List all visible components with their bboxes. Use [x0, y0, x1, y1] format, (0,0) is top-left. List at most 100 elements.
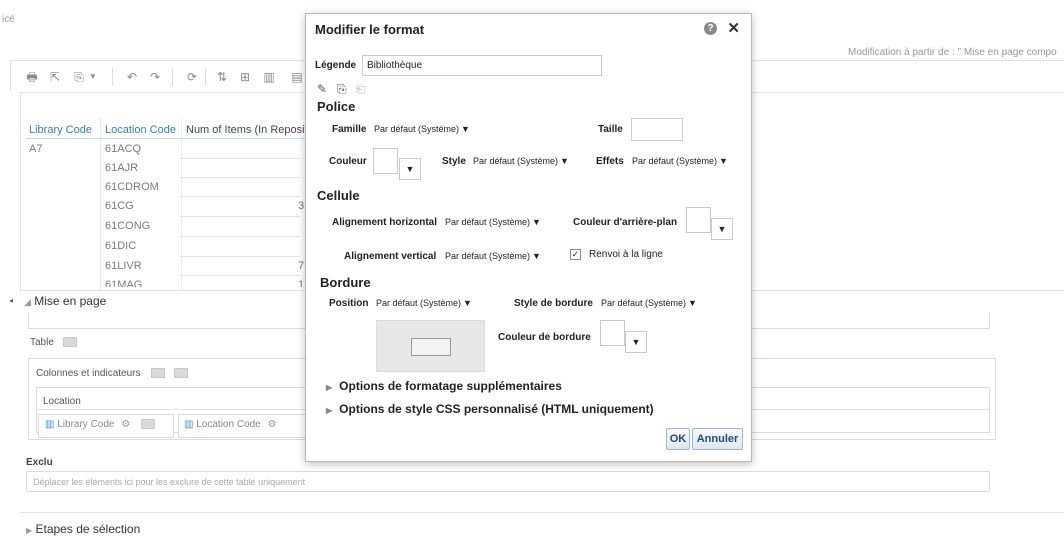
sum-icon[interactable] — [141, 419, 156, 430]
border-color-swatch[interactable] — [600, 320, 625, 346]
table-cell-location: 61CG — [105, 200, 134, 212]
font-color-dropdown[interactable]: ▼ — [399, 158, 421, 180]
position-label: Position — [329, 298, 369, 309]
effets-select[interactable]: Par défaut (Système) ▼ — [629, 152, 731, 172]
preview-frame-left — [20, 92, 21, 290]
ok-button[interactable]: OK — [666, 428, 690, 450]
options-css-expander[interactable]: ▶ Options de style CSS personnalisé (HTML… — [326, 402, 654, 416]
table-cell-location: 61AJR — [105, 162, 139, 174]
chevron-down-icon: ▼ — [719, 156, 728, 166]
column-divider — [100, 118, 101, 290]
bg-color-dropdown[interactable]: ▼ — [711, 218, 733, 240]
couleur-label: Couleur — [329, 156, 367, 167]
chip-library-code-label: ▥ Library Code ⚙ — [45, 419, 156, 430]
style-select[interactable]: Par défaut (Système) ▼ — [470, 152, 572, 172]
chevron-down-icon: ▼ — [461, 124, 470, 134]
toolbar-separator — [172, 68, 173, 86]
mise-en-page-header[interactable]: ◢ Mise en page — [24, 294, 106, 308]
pivot-icon[interactable]: ⊞ — [238, 70, 252, 84]
legende-input[interactable] — [362, 55, 602, 76]
table-cell-location: 61LIVR — [105, 260, 142, 272]
legende-label: Légende — [315, 60, 357, 71]
chevron-down-icon: ▼ — [631, 337, 641, 347]
table-properties-icon[interactable] — [62, 337, 77, 348]
chevron-down-icon[interactable]: ▼ — [86, 70, 100, 84]
taille-input[interactable] — [631, 118, 683, 141]
sum-icon[interactable] — [151, 368, 166, 379]
more-icon[interactable]: ▤ — [290, 70, 304, 84]
chevron-down-icon: ▼ — [532, 251, 541, 261]
border-color-dropdown[interactable]: ▼ — [625, 331, 647, 353]
table-cell-library: A7 — [29, 143, 43, 155]
cancel-button[interactable]: Annuler — [692, 428, 743, 450]
table-label: Table — [30, 337, 54, 348]
properties-icon[interactable] — [174, 368, 189, 379]
colonnes-label: Colonnes et indicateurs — [36, 368, 141, 379]
col-header-library-code[interactable]: Library Code — [29, 124, 92, 136]
col-header-location-code[interactable]: Location Code — [105, 124, 176, 136]
table-cell-location: 61CONG — [105, 220, 151, 232]
position-select[interactable]: Par défaut (Système) ▼ — [373, 294, 475, 314]
column-divider — [181, 118, 182, 290]
police-heading: Police — [317, 99, 356, 114]
columns-icon[interactable]: ▥ — [262, 70, 276, 84]
font-color-swatch[interactable] — [373, 148, 398, 174]
align-v-label: Alignement vertical — [344, 251, 437, 262]
wrap-label: Renvoi à la ligne — [589, 249, 663, 260]
cellule-heading: Cellule — [317, 188, 360, 203]
align-h-select[interactable]: Par défaut (Système) ▼ — [442, 213, 544, 233]
copy-icon[interactable]: ⎘ — [337, 82, 347, 97]
expand-triangle-icon: ▶ — [326, 406, 333, 415]
paste-icon[interactable]: ⎗ — [356, 82, 366, 97]
gear-icon[interactable]: ⚙ — [268, 419, 277, 430]
sort-icon[interactable]: ⇅ — [215, 70, 229, 84]
pencil-icon[interactable]: ✎ — [317, 82, 327, 96]
undo-icon[interactable]: ↶ — [125, 70, 139, 84]
etapes-label: Etapes de sélection — [35, 522, 141, 536]
bordure-heading: Bordure — [320, 275, 371, 290]
redo-icon[interactable]: ↷ — [148, 70, 162, 84]
table-cell-value: 1 — [298, 279, 305, 287]
mise-en-page-label: Mise en page — [34, 294, 107, 308]
location-label: Location — [43, 396, 81, 407]
corner-text: icé — [2, 14, 15, 25]
section-divider — [20, 512, 1064, 513]
border-preview[interactable] — [376, 320, 485, 372]
col-header-num-items[interactable]: Num of Items (In Reposit — [186, 124, 308, 136]
border-style-value: Par défaut (Système) — [601, 298, 687, 308]
print-icon[interactable]: 🖶 — [25, 70, 39, 84]
border-style-label: Style de bordure — [514, 298, 593, 309]
options-format-expander[interactable]: ▶ Options de formatage supplémentaires — [326, 379, 562, 393]
close-icon[interactable]: ✕ — [727, 19, 740, 37]
famille-select[interactable]: Par défaut (Système) ▼ — [371, 120, 473, 140]
modification-text: Modification à partir de : " Mise en pag… — [848, 47, 1057, 58]
exclu-label: Exclu — [26, 457, 53, 468]
position-value: Par défaut (Système) — [376, 298, 462, 308]
gear-icon[interactable]: ⚙ — [121, 419, 130, 430]
famille-value: Par défaut (Système) — [374, 124, 460, 134]
taille-label: Taille — [598, 124, 623, 135]
table-cell-value: 7 — [298, 260, 305, 272]
style-value: Par défaut (Système) — [473, 156, 559, 166]
border-style-select[interactable]: Par défaut (Système) ▼ — [598, 294, 700, 314]
row-divider — [180, 256, 300, 257]
copy-menu-icon[interactable]: ⎘ — [72, 70, 86, 84]
collapse-handle-icon[interactable]: ◂ — [9, 296, 13, 305]
effets-label: Effets — [596, 156, 624, 167]
export-icon[interactable]: ⇱ — [48, 70, 62, 84]
table-cell-location: 61CDROM — [105, 181, 159, 193]
chip-location-code-label: ▥ Location Code ⚙ — [184, 419, 276, 430]
bg-color-swatch[interactable] — [686, 207, 711, 233]
wrap-checkbox[interactable]: ✓ — [570, 249, 581, 260]
library-code-text: Library Code — [57, 419, 115, 430]
row-divider — [180, 216, 300, 217]
help-icon[interactable]: ? — [704, 22, 717, 35]
table-cell-location: 61MAG — [105, 279, 143, 287]
header-divider — [26, 138, 306, 139]
table-cell-value: 3 — [298, 200, 305, 212]
effets-value: Par défaut (Système) — [632, 156, 718, 166]
etapes-header[interactable]: ▶ Etapes de sélection — [26, 522, 140, 536]
row-divider — [180, 177, 300, 178]
align-v-select[interactable]: Par défaut (Système) ▼ — [442, 247, 544, 267]
refresh-icon[interactable]: ⟳ — [185, 70, 199, 84]
